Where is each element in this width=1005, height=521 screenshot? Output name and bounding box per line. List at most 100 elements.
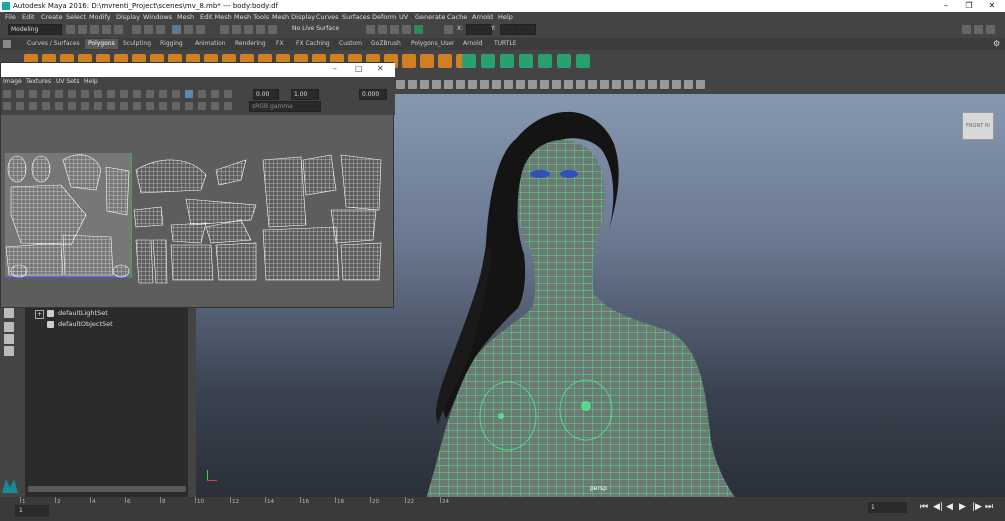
uv-tool-icon[interactable] (133, 90, 141, 98)
shelf-tab-polygons[interactable]: Polygons (85, 39, 118, 49)
menu-uv[interactable]: UV (399, 12, 408, 23)
play-back-icon[interactable]: ◀ (946, 502, 953, 512)
transform-mode-icon[interactable] (444, 25, 453, 34)
shelf-uv-tool-icon[interactable] (538, 54, 552, 68)
magnet3-icon[interactable] (244, 25, 253, 34)
uv-tool-icon[interactable] (94, 90, 102, 98)
uv-tool-icon[interactable] (198, 102, 206, 110)
viewport-tool-icon[interactable] (408, 80, 417, 89)
shelf-tab-rigging[interactable]: Rigging (160, 39, 183, 49)
time-slider[interactable]: 1 1 1 2 4 6 8 10 12 14 16 18 20 22 24 ⏮ ◀| ◀ ▶ |▶ ⏭ (0, 497, 1005, 521)
viewcube-right[interactable]: RI (985, 123, 990, 129)
uv-tool-icon[interactable] (42, 102, 50, 110)
viewport-tool-icon[interactable] (444, 80, 453, 89)
magnet2-icon[interactable] (232, 25, 241, 34)
viewport-tool-icon[interactable] (636, 80, 645, 89)
undo-icon[interactable] (102, 25, 111, 34)
viewport-tool-icon[interactable] (672, 80, 681, 89)
menu-generate[interactable]: Generate (415, 12, 445, 23)
viewport-tool-icon[interactable] (504, 80, 513, 89)
uv-tool-icon[interactable] (211, 102, 219, 110)
shelf-options-icon[interactable]: ⚙ (993, 39, 1003, 49)
layout-two-icon[interactable] (4, 334, 14, 344)
shelf-tab-animation[interactable]: Animation (195, 39, 226, 49)
shelf-tab-fx[interactable]: FX (276, 39, 284, 49)
uv-tool-icon[interactable] (29, 90, 37, 98)
uv-canvas[interactable] (1, 115, 393, 307)
uv-minimize-icon[interactable]: – (333, 64, 337, 73)
viewport-tool-icon[interactable] (564, 80, 573, 89)
uv-field-3[interactable]: 0.000 (359, 89, 387, 100)
uv-tool-icon[interactable] (120, 90, 128, 98)
magnet4-icon[interactable] (256, 25, 265, 34)
layout-single-icon[interactable] (4, 308, 14, 318)
ipr-render-icon[interactable] (378, 25, 387, 34)
snap-point-icon[interactable] (196, 25, 205, 34)
menu-select[interactable]: Select (66, 12, 86, 23)
viewport-tool-icon[interactable] (468, 80, 477, 89)
play-forward-icon[interactable]: ▶ (959, 502, 966, 512)
shelf-uv-tool-icon[interactable] (557, 54, 571, 68)
uv-tool-icon[interactable] (185, 102, 193, 110)
menu-cache[interactable]: Cache (447, 12, 467, 23)
menu-create[interactable]: Create (41, 12, 63, 23)
viewport-tool-icon[interactable] (480, 80, 489, 89)
uv-tool-icon[interactable] (16, 90, 24, 98)
uv-tool-icon[interactable] (68, 102, 76, 110)
layout-outliner-icon[interactable] (4, 346, 14, 356)
uv-tool-icon[interactable] (29, 102, 37, 110)
current-frame-field[interactable]: 1 (868, 502, 907, 513)
uv-tool-icon[interactable] (81, 90, 89, 98)
shelf-tab-sculpting[interactable]: Sculpting (123, 39, 151, 49)
uv-tool-icon[interactable] (107, 90, 115, 98)
viewport-tool-icon[interactable] (576, 80, 585, 89)
shelf-tab-polygons-user[interactable]: Polygons_User (411, 39, 454, 49)
step-forward-icon[interactable]: |▶ (972, 502, 982, 512)
viewcube[interactable]: FRONT RI (962, 112, 994, 140)
z-field[interactable] (516, 24, 536, 35)
uv-restore-icon[interactable]: □ (355, 64, 363, 73)
magnet-icon[interactable] (220, 25, 229, 34)
uv-tool-icon[interactable] (68, 90, 76, 98)
uv-menu-help[interactable]: Help (84, 77, 98, 87)
uv-tool-icon[interactable] (120, 102, 128, 110)
go-to-end-icon[interactable]: ⏭ (985, 502, 993, 512)
viewport-tool-icon[interactable] (528, 80, 537, 89)
save-scene-icon[interactable] (90, 25, 99, 34)
viewport-tool-icon[interactable] (456, 80, 465, 89)
menu-help[interactable]: Help (498, 12, 513, 23)
viewport-tool-icon[interactable] (696, 80, 705, 89)
menu-surfaces[interactable]: Surfaces (342, 12, 370, 23)
menu-mesh-display[interactable]: Mesh Display (272, 12, 315, 23)
uv-tool-icon[interactable] (185, 90, 193, 98)
menu-mesh-tools[interactable]: Mesh Tools (234, 12, 269, 23)
uv-tool-icon[interactable] (55, 90, 63, 98)
viewport-tool-icon[interactable] (684, 80, 693, 89)
menu-deform[interactable]: Deform (372, 12, 396, 23)
menu-modify[interactable]: Modify (89, 12, 111, 23)
shelf-uv-tool-icon[interactable] (576, 54, 590, 68)
open-scene-icon[interactable] (78, 25, 87, 34)
shelf-tab-turtle[interactable]: TURTLE (494, 39, 517, 49)
select-object-icon[interactable] (144, 25, 153, 34)
go-to-start-icon[interactable]: ⏮ (920, 502, 928, 512)
layout-four-icon[interactable] (4, 322, 14, 332)
render-settings-icon[interactable] (390, 25, 399, 34)
redo-icon[interactable] (114, 25, 123, 34)
uv-tool-icon[interactable] (159, 102, 167, 110)
menu-file[interactable]: File (5, 12, 16, 23)
viewport-tool-icon[interactable] (432, 80, 441, 89)
uv-tool-icon[interactable] (146, 102, 154, 110)
colorspace-dropdown[interactable]: sRGB gamma (249, 101, 321, 112)
expand-icon[interactable]: + (35, 310, 44, 319)
select-hierarchy-icon[interactable] (132, 25, 141, 34)
viewport-tool-icon[interactable] (516, 80, 525, 89)
uv-menu-textures[interactable]: Textures (26, 77, 51, 87)
hypershade-icon[interactable] (402, 25, 411, 34)
shelf-uv-tool-icon[interactable] (519, 54, 533, 68)
snap-grid-icon[interactable] (172, 25, 181, 34)
viewport-tool-icon[interactable] (420, 80, 429, 89)
shelf-tool-icon[interactable] (438, 54, 452, 68)
shelf-uv-tool-icon[interactable] (500, 54, 514, 68)
uv-tool-icon[interactable] (3, 90, 11, 98)
